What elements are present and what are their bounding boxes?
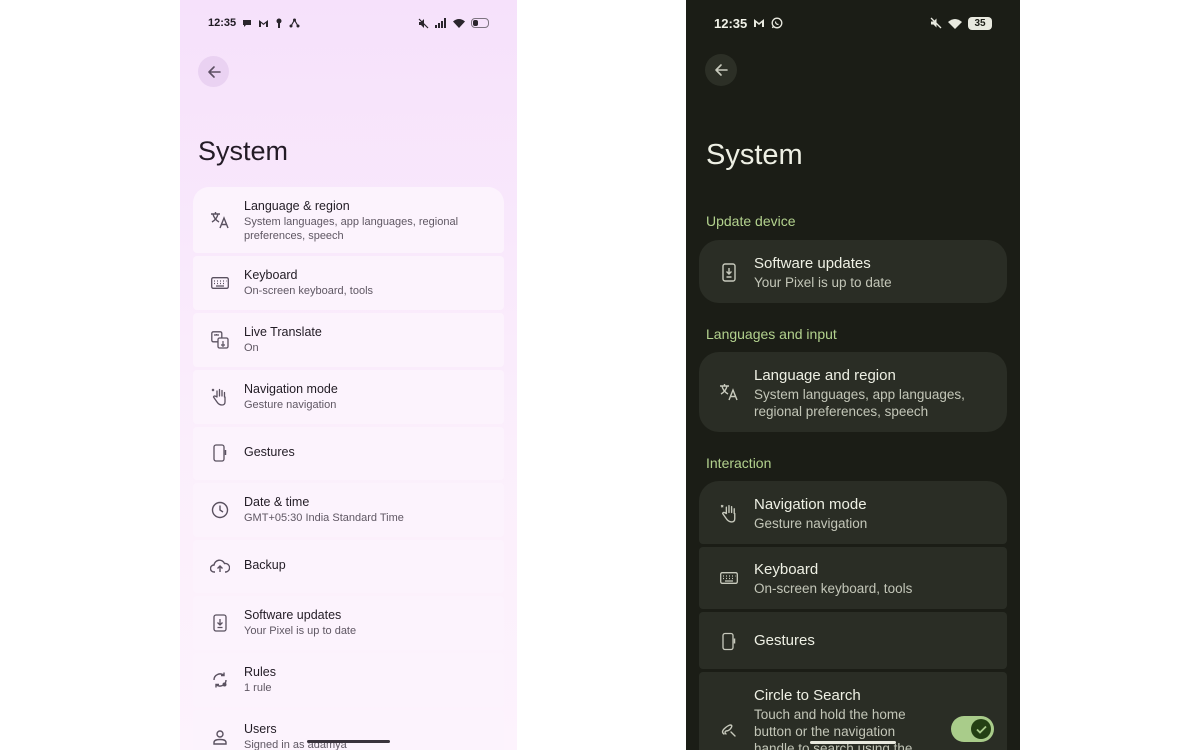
item-title: Date & time (244, 495, 310, 509)
section-header-languages-input: Languages and input (706, 326, 837, 342)
item-subtitle: System languages, app languages, regiona… (244, 216, 459, 242)
settings-item-navigation-mode[interactable]: Navigation mode Gesture navigation (699, 481, 1007, 544)
item-subtitle: On-screen keyboard, tools (244, 285, 374, 297)
rules-icon (209, 669, 231, 691)
settings-item-date-time[interactable]: Date & time GMT+05:30 India Standard Tim… (193, 483, 504, 537)
item-title: Keyboard (244, 268, 298, 282)
item-subtitle: 1 rule (244, 682, 272, 694)
signal-icon (435, 18, 447, 28)
item-subtitle: Your Pixel is up to date (754, 275, 892, 290)
battery-icon: 35 (968, 16, 992, 30)
item-title: Circle to Search (754, 687, 861, 704)
gmail-icon (258, 19, 269, 28)
battery-icon (471, 18, 489, 28)
item-subtitle: GMT+05:30 India Standard Time (244, 512, 404, 524)
circle-to-search-toggle[interactable] (951, 716, 994, 742)
item-title: Language and region (754, 367, 896, 384)
key-icon (275, 18, 283, 29)
wifi-icon (948, 18, 962, 29)
item-title: Rules (244, 665, 276, 679)
settings-item-live-translate[interactable]: Live Translate On (193, 313, 504, 367)
hotspot-icon (289, 18, 300, 28)
whatsapp-icon (771, 17, 783, 29)
translate-icon (209, 209, 231, 231)
settings-item-users[interactable]: Users Signed in as adamya (193, 710, 504, 750)
system-update-icon (717, 260, 741, 284)
section-header-update-device: Update device (706, 213, 796, 229)
settings-item-rules[interactable]: Rules 1 rule (193, 653, 504, 707)
settings-item-keyboard[interactable]: Keyboard On-screen keyboard, tools (193, 256, 504, 310)
home-gesture-handle[interactable] (307, 740, 390, 743)
settings-item-gestures[interactable]: Gestures (699, 612, 1007, 669)
item-subtitle: On-screen keyboard, tools (754, 581, 913, 596)
mute-icon (930, 17, 942, 29)
status-bar: 12:35 (180, 0, 517, 46)
settings-item-software-updates[interactable]: Software updates Your Pixel is up to dat… (193, 596, 504, 650)
item-subtitle: System languages, app languages, regiona… (754, 387, 965, 419)
settings-item-gestures[interactable]: Gestures (193, 427, 504, 480)
arrow-back-icon (715, 64, 728, 76)
item-title: Gestures (754, 632, 815, 649)
section-header-interaction: Interaction (706, 455, 772, 471)
person-icon (209, 726, 231, 748)
mute-icon (418, 18, 429, 29)
item-title: Software updates (244, 608, 342, 622)
item-subtitle: Gesture navigation (244, 399, 337, 411)
item-subtitle: On (244, 342, 259, 354)
page-title: System (198, 136, 289, 166)
gesture-hand-icon (717, 501, 741, 525)
item-subtitle: Gesture navigation (754, 516, 868, 531)
settings-item-keyboard[interactable]: Keyboard On-screen keyboard, tools (699, 547, 1007, 609)
arrow-back-icon (207, 65, 221, 78)
home-gesture-handle[interactable] (810, 741, 896, 744)
settings-item-circle-to-search[interactable]: Circle to Search Touch and hold the home… (699, 672, 1007, 750)
item-title: Gestures (244, 445, 295, 459)
item-title: Live Translate (244, 325, 322, 339)
circle-to-search-icon (717, 717, 741, 741)
phone-gesture-icon (209, 442, 231, 464)
gesture-hand-icon (209, 386, 231, 408)
dark-phone-screen: 12:35 35 System Update device Software u… (686, 0, 1020, 750)
status-time: 12:35 (714, 15, 748, 31)
item-title: Navigation mode (754, 496, 867, 513)
cloud-upload-icon (209, 555, 231, 577)
settings-item-language-region[interactable]: Language and region System languages, ap… (699, 352, 1007, 432)
settings-item-software-updates[interactable]: Software updates Your Pixel is up to dat… (699, 240, 1007, 303)
page-title: System (706, 139, 803, 171)
settings-item-backup[interactable]: Backup (193, 540, 504, 593)
status-bar: 12:35 35 (686, 0, 1020, 46)
wifi-icon (453, 18, 465, 28)
item-title: Users (244, 722, 277, 736)
item-title: Software updates (754, 255, 871, 272)
chat-bubble-icon (242, 18, 252, 28)
check-icon (971, 719, 991, 739)
clock-icon (209, 499, 231, 521)
item-title: Backup (244, 558, 286, 572)
keyboard-icon (209, 272, 231, 294)
back-button[interactable] (705, 54, 737, 86)
phone-gesture-icon (717, 629, 741, 653)
gmail-icon (753, 18, 765, 28)
system-update-icon (209, 612, 231, 634)
item-subtitle: Your Pixel is up to date (244, 625, 357, 637)
live-translate-icon (209, 329, 231, 351)
back-button[interactable] (198, 56, 229, 87)
translate-icon (717, 380, 741, 404)
item-title: Language & region (244, 199, 350, 213)
item-title: Keyboard (754, 561, 819, 578)
settings-item-navigation-mode[interactable]: Navigation mode Gesture navigation (193, 370, 504, 424)
light-phone-screen: 12:35 System Language & region System la… (180, 0, 517, 750)
status-time: 12:35 (208, 17, 237, 29)
settings-item-language-region[interactable]: Language & region System languages, app … (193, 187, 504, 253)
keyboard-icon (717, 566, 741, 590)
item-title: Navigation mode (244, 382, 338, 396)
